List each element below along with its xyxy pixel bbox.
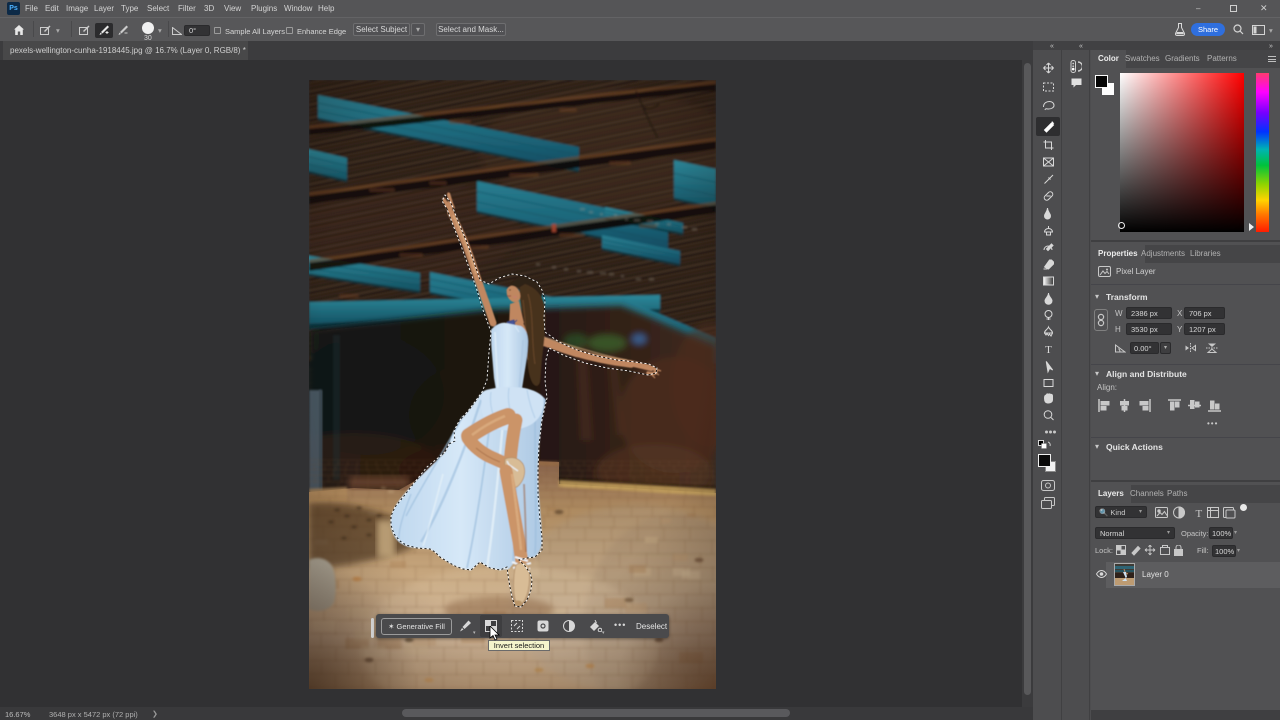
svg-text:T: T (1196, 508, 1203, 519)
svg-text:T: T (1045, 344, 1052, 356)
